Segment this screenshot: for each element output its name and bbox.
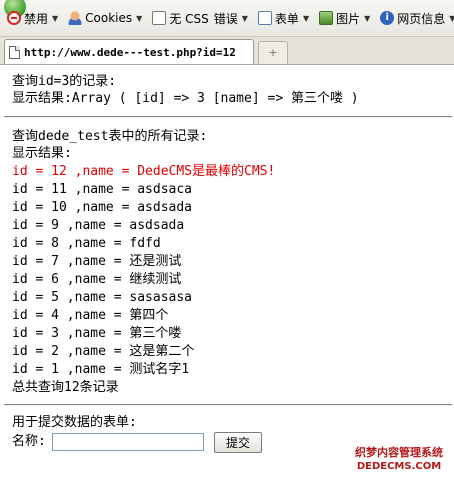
tab-url: http://www.dede---test.php?id=12 (24, 45, 236, 59)
cookie-icon (68, 11, 83, 25)
page-content: 查询id=3的记录: 显示结果:Array ( [id] => 3 [name]… (0, 64, 454, 479)
chevron-down-icon: ▼ (52, 13, 59, 23)
chevron-down-icon: ▼ (364, 13, 371, 23)
watermark-line2: DEDECMS.COM (356, 461, 442, 472)
toolbar-css-button[interactable]: 无 CSS (147, 7, 213, 29)
divider (4, 116, 452, 118)
tab-strip: http://www.dede---test.php?id=12 + (0, 37, 454, 65)
toolbar-disable-button[interactable]: 禁用 ▼ (2, 7, 63, 29)
query-result: 显示结果:Array ( [id] => 3 [name] => 第三个喽 ) (12, 91, 359, 106)
toolbar-forms-button[interactable]: 表单 ▼ (253, 7, 314, 29)
record-row: id = 6 ,name = 继续测试 (12, 272, 182, 287)
toolbar-disable-label: 禁用 (24, 11, 49, 26)
record-row: id = 8 ,name = fdfd (12, 236, 161, 251)
submit-button[interactable]: 提交 (214, 432, 262, 453)
tab-active-page[interactable]: http://www.dede---test.php?id=12 (4, 39, 254, 64)
image-icon (319, 11, 334, 25)
all-records-title: 查询dede_test表中的所有记录: (12, 129, 208, 144)
divider (4, 404, 452, 406)
record-row: id = 3 ,name = 第三个喽 (12, 326, 182, 341)
developer-toolbar: 禁用 ▼ Cookies ▼ 无 CSS 错误 ▼ 表单 ▼ 图片 ▼ i 网页… (0, 0, 454, 37)
record-row: id = 10 ,name = asdsada (12, 200, 193, 215)
toolbar-info-button[interactable]: i 网页信息 ▼ (375, 7, 454, 29)
form-icon (257, 11, 272, 25)
toolbar-images-label: 图片 (336, 11, 361, 26)
record-total: 总共查询12条记录 (12, 380, 119, 395)
record-row: id = 4 ,name = 第四个 (12, 308, 169, 323)
page-icon (9, 45, 20, 59)
toolbar-css-label: 无 CSS (169, 11, 209, 26)
query-title: 查询id=3的记录: (12, 74, 117, 89)
toolbar-cookies-label: Cookies (85, 11, 133, 25)
watermark-line1: 织梦内容管理系统 (355, 446, 443, 459)
toolbar-cookies-button[interactable]: Cookies ▼ (63, 7, 147, 29)
toolbar-info-label: 网页信息 (397, 11, 446, 26)
toolbar-errors-label: 错误 (213, 11, 238, 26)
toolbar-images-button[interactable]: 图片 ▼ (314, 7, 375, 29)
name-input[interactable] (52, 433, 204, 451)
info-icon: i (380, 11, 395, 25)
record-row: id = 2 ,name = 这是第二个 (12, 344, 195, 359)
form-title: 用于提交数据的表单: (12, 415, 137, 430)
chevron-down-icon: ▼ (136, 13, 143, 23)
record-row: id = 12 ,name = DedeCMS是最棒的CMS! (12, 164, 276, 179)
toolbar-forms-label: 表单 (274, 11, 299, 26)
record-row: id = 5 ,name = sasasasa (12, 290, 193, 305)
css-icon (152, 11, 167, 25)
record-row: id = 9 ,name = asdsada (12, 218, 185, 233)
all-records-result-label: 显示结果: (12, 146, 72, 161)
record-row: id = 1 ,name = 测试名字1 (12, 362, 190, 377)
record-row: id = 11 ,name = asdsaca (12, 182, 193, 197)
watermark-logo: 织梦内容管理系统 DEDECMS.COM (346, 446, 452, 473)
record-row: id = 7 ,name = 还是测试 (12, 254, 182, 269)
new-tab-button[interactable]: + (258, 41, 288, 64)
name-label: 名称: (12, 434, 46, 449)
chevron-down-icon: ▼ (449, 13, 454, 23)
chevron-down-icon: ▼ (302, 13, 310, 23)
chevron-down-icon: ▼ (241, 13, 248, 23)
toolbar-errors-button[interactable]: 错误 ▼ (214, 7, 253, 29)
ban-icon (7, 11, 21, 25)
